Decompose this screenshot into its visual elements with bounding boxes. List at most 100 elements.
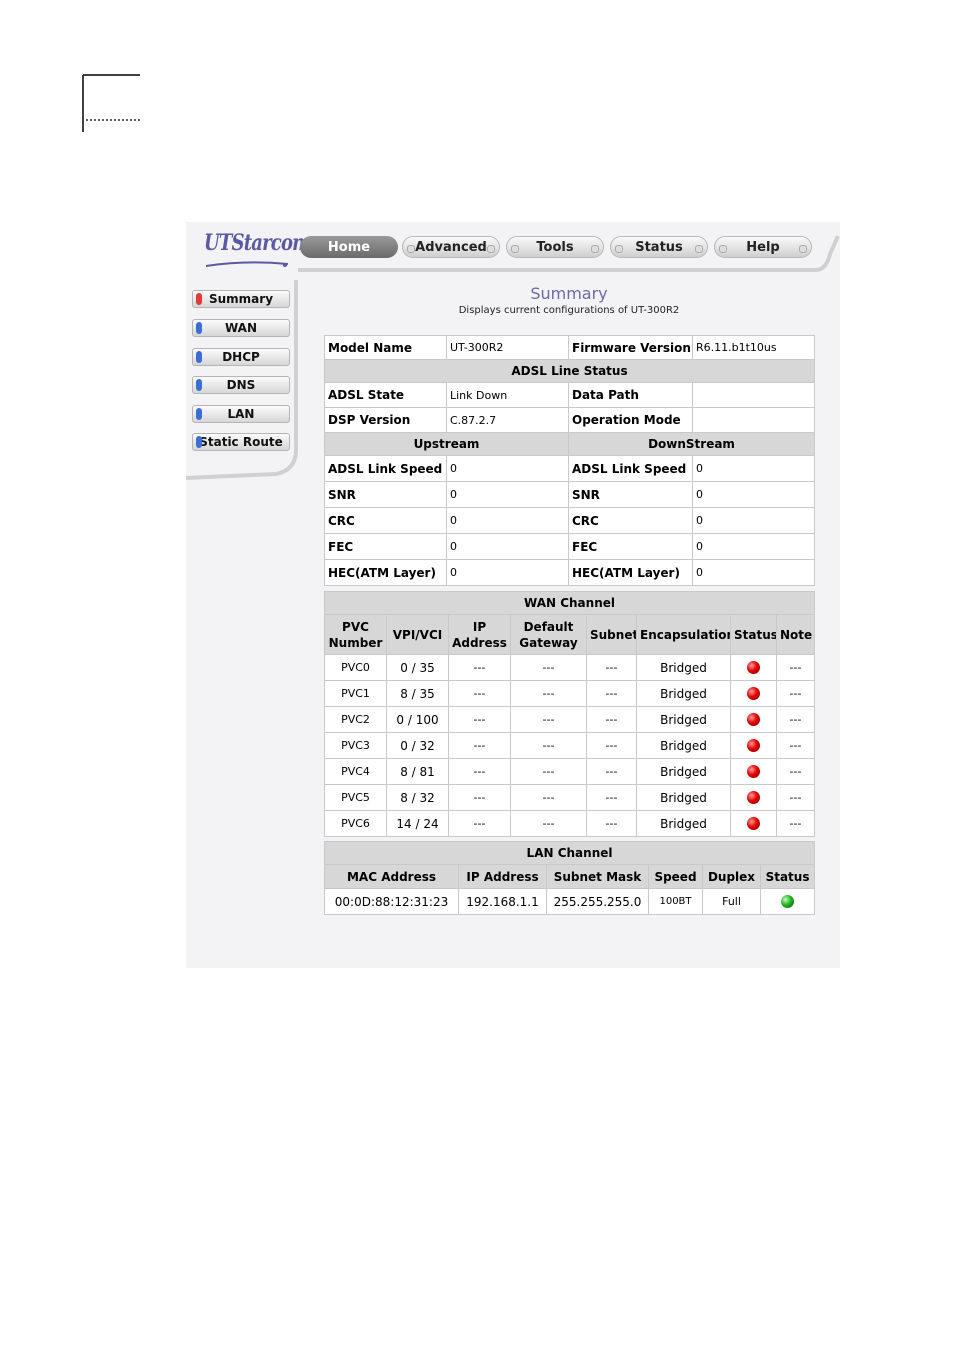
status-cell: [730, 784, 777, 811]
sidebar-item-label: DHCP: [222, 350, 260, 364]
sidebar-item-static-route[interactable]: Static Route: [192, 433, 290, 451]
vpi-vci-cell: 8 / 35: [386, 680, 449, 707]
status-cell: [730, 654, 777, 681]
tab-advanced[interactable]: Advanced: [402, 236, 500, 258]
tab-home[interactable]: Home: [300, 236, 398, 258]
col-duplex: Duplex: [702, 864, 761, 889]
upstream-metric-label: ADSL Link Speed: [324, 455, 447, 482]
lan-channel-table: LAN Channel MAC Address IP Address Subne…: [323, 841, 816, 915]
table-row: PVC5 8 / 32 --- --- --- Bridged ---: [324, 784, 815, 811]
downstream-metric-label: SNR: [568, 481, 693, 508]
model-name-label: Model Name: [324, 335, 447, 360]
bullet-icon: [196, 436, 202, 448]
tab-help[interactable]: Help: [714, 236, 812, 258]
mac-address-cell: 00:0D:88:12:31:23: [324, 888, 459, 915]
bullet-icon: [196, 351, 202, 363]
sidebar-item-label: WAN: [224, 321, 258, 335]
status-red-icon: [747, 817, 760, 831]
table-row: PVC1 8 / 35 --- --- --- Bridged ---: [324, 680, 815, 707]
main-content: Summary Displays current configurations …: [323, 284, 816, 915]
tab-help-label: Help: [746, 239, 780, 255]
col-encapsulation: Encapsulation: [636, 614, 731, 655]
sidebar-item-wan[interactable]: WAN: [192, 319, 290, 337]
encapsulation-cell: Bridged: [636, 680, 731, 707]
ip-address-cell: ---: [448, 706, 511, 733]
bullet-icon: [196, 293, 202, 305]
subnet-cell: ---: [586, 732, 637, 759]
downstream-metric-value: 0: [692, 559, 815, 586]
col-status: Status: [730, 614, 777, 655]
router-screenshot: UTStarcom Home Advanced Tools Status Hel…: [186, 222, 840, 968]
tab-tools-label: Tools: [536, 239, 574, 255]
downstream-metric-value: 0: [692, 533, 815, 560]
adsl-state-label: ADSL State: [324, 382, 447, 408]
bullet-icon: [196, 322, 202, 334]
vpi-vci-cell: 8 / 32: [386, 784, 449, 811]
subnet-cell: ---: [586, 758, 637, 785]
col-ip-address: IP Address: [458, 864, 547, 889]
col-status: Status: [759, 864, 816, 889]
sidebar-item-label: Summary: [208, 292, 274, 306]
pvc-number-cell: PVC4: [324, 758, 387, 785]
table-row: SNR 0 SNR 0: [324, 481, 815, 508]
status-cell: [730, 758, 777, 785]
table-row: PVC3 0 / 32 --- --- --- Bridged ---: [324, 732, 815, 759]
wan-channel-header: WAN Channel: [324, 591, 815, 615]
ip-address-cell: ---: [448, 810, 511, 837]
tab-advanced-label: Advanced: [415, 239, 487, 255]
dsp-version-value: C.87.2.7: [446, 407, 569, 433]
status-cell: [730, 810, 777, 837]
bullet-icon: [196, 379, 202, 391]
vpi-vci-cell: 0 / 32: [386, 732, 449, 759]
col-default-gateway: Default Gateway: [510, 614, 587, 655]
table-row: CRC 0 CRC 0: [324, 507, 815, 534]
pvc-number-cell: PVC0: [324, 654, 387, 681]
bullet-icon: [196, 408, 202, 420]
corner-mark: [82, 74, 140, 132]
upstream-metric-label: FEC: [324, 533, 447, 560]
subnet-cell: ---: [586, 654, 637, 681]
table-row: PVC2 0 / 100 --- --- --- Bridged ---: [324, 706, 815, 733]
sidebar-item-label: DNS: [226, 378, 256, 392]
wan-channel-table: WAN Channel PVC Number VPI/VCI IP Address …: [324, 591, 815, 837]
gateway-cell: ---: [510, 784, 587, 811]
page-subtitle: Displays current configurations of UT-30…: [458, 305, 680, 316]
col-note: Note: [776, 614, 815, 655]
note-cell: ---: [776, 680, 815, 707]
duplex-cell: Full: [702, 888, 761, 915]
vpi-vci-cell: 14 / 24: [386, 810, 449, 837]
tab-status[interactable]: Status: [610, 236, 708, 258]
note-cell: ---: [776, 810, 815, 837]
downstream-metric-label: HEC(ATM Layer): [568, 559, 693, 586]
pvc-number-cell: PVC6: [324, 810, 387, 837]
upstream-metric-value: 0: [446, 455, 569, 482]
utstarcom-logo: UTStarcom: [204, 230, 311, 270]
sidebar-item-summary[interactable]: Summary: [192, 290, 290, 308]
upstream-metric-value: 0: [446, 481, 569, 508]
status-cell: [730, 732, 777, 759]
downstream-metric-value: 0: [692, 481, 815, 508]
ip-address-cell: 192.168.1.1: [458, 888, 547, 915]
table-row: FEC 0 FEC 0: [324, 533, 815, 560]
table-row: ADSL Link Speed 0 ADSL Link Speed 0: [324, 455, 815, 482]
downstream-header: DownStream: [568, 432, 815, 456]
adsl-status-table: Model Name UT-300R2 Firmware Version R6.…: [324, 335, 815, 586]
sidebar-item-dhcp[interactable]: DHCP: [192, 348, 290, 366]
speed-cell: 100BT: [648, 888, 703, 915]
upstream-metric-label: SNR: [324, 481, 447, 508]
sidebar-item-dns[interactable]: DNS: [192, 376, 290, 394]
sidebar-item-label: Static Route: [199, 435, 283, 449]
downstream-metric-label: ADSL Link Speed: [568, 455, 693, 482]
note-cell: ---: [776, 654, 815, 681]
encapsulation-cell: Bridged: [636, 732, 731, 759]
adsl-state-value: Link Down: [446, 382, 569, 408]
col-vpi-vci: VPI/VCI: [386, 614, 449, 655]
ip-address-cell: ---: [448, 680, 511, 707]
status-red-icon: [747, 791, 760, 805]
gateway-cell: ---: [510, 732, 587, 759]
sidebar-item-lan[interactable]: LAN: [192, 405, 290, 423]
status-red-icon: [747, 661, 760, 675]
subnet-cell: ---: [586, 784, 637, 811]
model-name-value: UT-300R2: [446, 335, 569, 360]
tab-tools[interactable]: Tools: [506, 236, 604, 258]
